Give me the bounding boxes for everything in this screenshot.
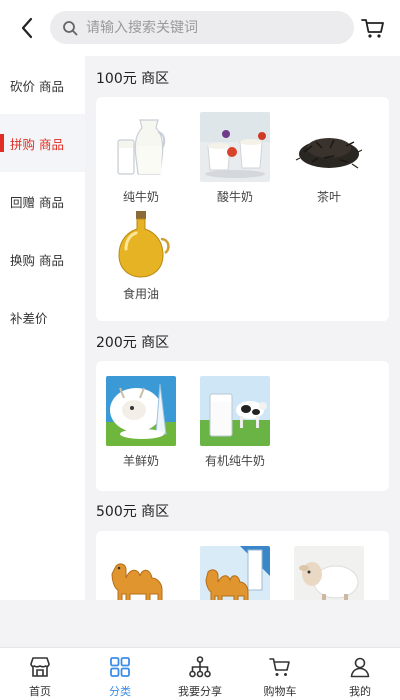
search-input[interactable] <box>86 19 336 36</box>
tab-category[interactable]: 分类 <box>80 648 160 700</box>
product-name: 有机纯牛奶 <box>204 454 265 468</box>
tab-label: 我的 <box>349 685 371 698</box>
milk-jug-icon <box>106 112 176 182</box>
product-area: 100元 商区 纯牛奶 酸牛奶 茶叶 食用油 200元 商区 羊鲜奶 有机纯牛奶… <box>85 56 400 600</box>
tab-cart[interactable]: 购物车 <box>240 648 320 700</box>
sidebar-item-group-buy[interactable]: 拼购 商品 <box>0 114 85 172</box>
product-name: 纯牛奶 <box>122 190 159 204</box>
store-icon <box>30 657 50 677</box>
product-item[interactable]: 食用油 <box>101 209 181 302</box>
search-box[interactable] <box>50 11 354 44</box>
section-title: 200元 商区 <box>96 335 170 351</box>
tab-share[interactable]: 我要分享 <box>160 648 240 700</box>
tea-leaves-icon <box>294 112 364 182</box>
camel-milk-icon <box>200 546 270 600</box>
tab-home[interactable]: 首页 <box>0 648 80 700</box>
product-name: 羊鲜奶 <box>122 454 159 468</box>
category-sidebar: 砍价 商品 拼购 商品 回赠 商品 换购 商品 补差价 <box>0 56 85 600</box>
cart-button[interactable] <box>360 15 386 41</box>
sidebar-item-gift[interactable]: 回赠 商品 <box>0 172 85 230</box>
product-item[interactable]: 酸牛奶 <box>195 112 275 205</box>
tab-profile[interactable]: 我的 <box>320 648 400 700</box>
sheep-icon <box>294 546 364 600</box>
section-card: 羊鲜奶 有机纯牛奶 <box>96 361 389 491</box>
back-button[interactable] <box>14 14 40 42</box>
tab-label: 首页 <box>29 685 51 698</box>
product-item[interactable]: 茶叶 <box>289 112 369 205</box>
grid-icon <box>110 657 130 677</box>
tab-label: 分类 <box>109 685 131 698</box>
cart-icon <box>269 658 290 676</box>
user-icon <box>350 657 370 678</box>
cow-milk-icon <box>200 376 270 446</box>
product-item[interactable]: 羊鲜奶 <box>101 376 181 469</box>
top-bar <box>0 0 400 56</box>
product-item[interactable] <box>195 546 275 600</box>
camel-icon <box>106 546 176 600</box>
cart-icon <box>361 19 384 38</box>
section-card: 纯牛奶 酸牛奶 茶叶 食用油 <box>96 97 389 321</box>
bottom-tab-bar: 首页 分类 我要分享 购物车 我的 <box>0 647 400 700</box>
tab-label: 购物车 <box>263 685 297 698</box>
yogurt-icon <box>200 112 270 182</box>
oil-bottle-icon <box>106 209 176 279</box>
tab-label: 我要分享 <box>178 685 222 698</box>
product-item[interactable]: 纯牛奶 <box>101 112 181 205</box>
sidebar-item-price-difference[interactable]: 补差价 <box>0 288 85 346</box>
product-name: 食用油 <box>122 287 159 301</box>
search-icon <box>62 19 80 37</box>
chevron-left-icon <box>21 17 33 39</box>
sidebar-item-exchange[interactable]: 换购 商品 <box>0 230 85 288</box>
section-card <box>96 531 389 600</box>
product-item[interactable]: 有机纯牛奶 <box>195 376 275 469</box>
product-item[interactable] <box>101 546 181 600</box>
sidebar-item-bargain[interactable]: 砍价 商品 <box>0 56 85 114</box>
section-title: 500元 商区 <box>96 504 170 520</box>
section-title: 100元 商区 <box>96 71 170 87</box>
share-network-icon <box>189 656 211 678</box>
product-name: 酸牛奶 <box>216 190 253 204</box>
goat-milk-icon <box>106 376 176 446</box>
product-name: 茶叶 <box>316 190 341 204</box>
product-item[interactable] <box>289 546 369 600</box>
